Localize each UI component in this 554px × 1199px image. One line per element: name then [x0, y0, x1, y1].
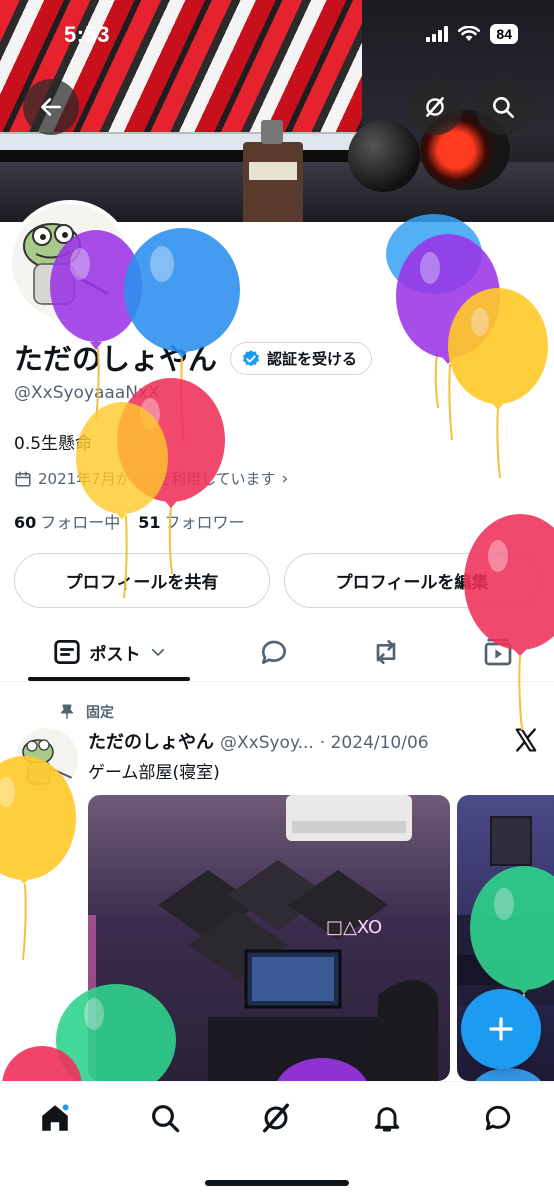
room-photo: □△XO	[88, 795, 438, 1081]
nav-notifications[interactable]	[367, 1098, 407, 1138]
grok-icon	[426, 97, 444, 117]
home-icon	[42, 1102, 71, 1131]
frog-illustration-small	[22, 739, 73, 785]
tab-active-indicator	[28, 677, 190, 681]
pin-icon	[61, 704, 73, 719]
banner-speaker	[348, 120, 420, 192]
profile-avatar[interactable]	[8, 200, 132, 324]
wifi-icon	[458, 26, 481, 41]
post-date[interactable]: · 2024/10/06	[320, 733, 429, 753]
posts-icon	[53, 640, 80, 664]
notifications-icon	[374, 1107, 400, 1132]
reposts-icon	[376, 640, 396, 664]
frog-illustration	[23, 223, 109, 305]
post-text: ゲーム部屋(寝室)	[88, 763, 220, 783]
balloon-yellow-right	[448, 288, 548, 410]
post-author-name[interactable]: ただのしょやん	[88, 728, 214, 754]
compose-button[interactable]	[461, 989, 541, 1069]
status-time: 5:53	[64, 22, 111, 47]
pinned-indicator: 固定	[58, 702, 114, 722]
profile-handle: @XxSyoyaaaNxX	[14, 383, 160, 403]
profile-bio: 0.5生懸命	[14, 434, 93, 454]
chevron-right-icon[interactable]: ›	[282, 469, 289, 489]
back-arrow-icon	[41, 98, 61, 116]
post-header: ただのしょやん @XxSyoy... · 2024/10/06	[88, 728, 429, 754]
post-author-avatar[interactable]	[16, 728, 78, 790]
chevron-down-icon	[151, 648, 164, 656]
balloon-purple-right	[396, 234, 500, 364]
grok-icon	[262, 1103, 290, 1133]
nav-search[interactable]	[145, 1098, 185, 1138]
following-link[interactable]: 60 フォロー中	[14, 509, 120, 533]
balloon-blue-right	[386, 214, 482, 294]
following-count: 60	[14, 513, 37, 532]
following-label: フォロー中	[40, 513, 121, 532]
banner-bottle	[243, 120, 303, 222]
join-date-label: 2021年7月からXを利用しています	[38, 470, 276, 488]
follow-stats: 60 フォロー中 51 フォロワー	[14, 509, 245, 533]
grok-button[interactable]	[407, 79, 463, 135]
signal-icon	[426, 26, 449, 42]
followers-label: フォロワー	[164, 513, 245, 532]
get-verified-label: 認証を受ける	[267, 350, 358, 368]
avatar-image	[12, 204, 128, 320]
tab-media[interactable]	[468, 622, 528, 682]
battery-level: 84	[490, 24, 518, 44]
svg-text:□△XO: □△XO	[326, 917, 382, 938]
share-profile-button[interactable]: プロフィールを共有	[14, 553, 270, 608]
pinned-label: 固定	[86, 705, 114, 721]
home-indicator	[205, 1180, 349, 1186]
calendar-icon	[15, 471, 31, 486]
x-logo-icon[interactable]	[512, 726, 540, 754]
search-button[interactable]	[475, 79, 531, 135]
nav-messages[interactable]	[478, 1098, 518, 1138]
replies-icon	[261, 640, 286, 664]
messages-icon	[485, 1105, 511, 1131]
post-image-1[interactable]: □△XO	[88, 795, 450, 1081]
verified-badge-icon	[242, 349, 260, 366]
search-icon	[493, 97, 515, 119]
search-icon	[152, 1105, 180, 1133]
followers-count: 51	[138, 513, 161, 532]
status-icons: 84	[426, 24, 518, 44]
profile-display-name: ただのしょやん	[14, 342, 218, 376]
nav-home[interactable]	[35, 1098, 75, 1138]
back-button[interactable]	[23, 79, 79, 135]
followers-link[interactable]: 51 フォロワー	[138, 509, 244, 533]
post-author-handle[interactable]: @XxSyoy...	[220, 733, 314, 753]
tab-replies[interactable]	[244, 622, 304, 682]
nav-grok[interactable]	[256, 1098, 296, 1138]
tab-reposts[interactable]	[356, 622, 416, 682]
banner-monitor-bezel	[0, 150, 362, 162]
media-icon	[484, 638, 512, 666]
plus-icon	[489, 1017, 513, 1041]
tab-posts[interactable]: ポスト	[28, 622, 190, 682]
get-verified-button[interactable]: 認証を受ける	[230, 342, 373, 375]
balloon-yellow	[76, 402, 168, 520]
profile-tabs: ポスト	[0, 622, 554, 682]
tab-posts-label: ポスト	[89, 644, 141, 665]
edit-profile-button[interactable]: プロフィールを編集	[284, 553, 540, 608]
join-date: 2021年7月からXを利用しています ›	[14, 468, 288, 489]
